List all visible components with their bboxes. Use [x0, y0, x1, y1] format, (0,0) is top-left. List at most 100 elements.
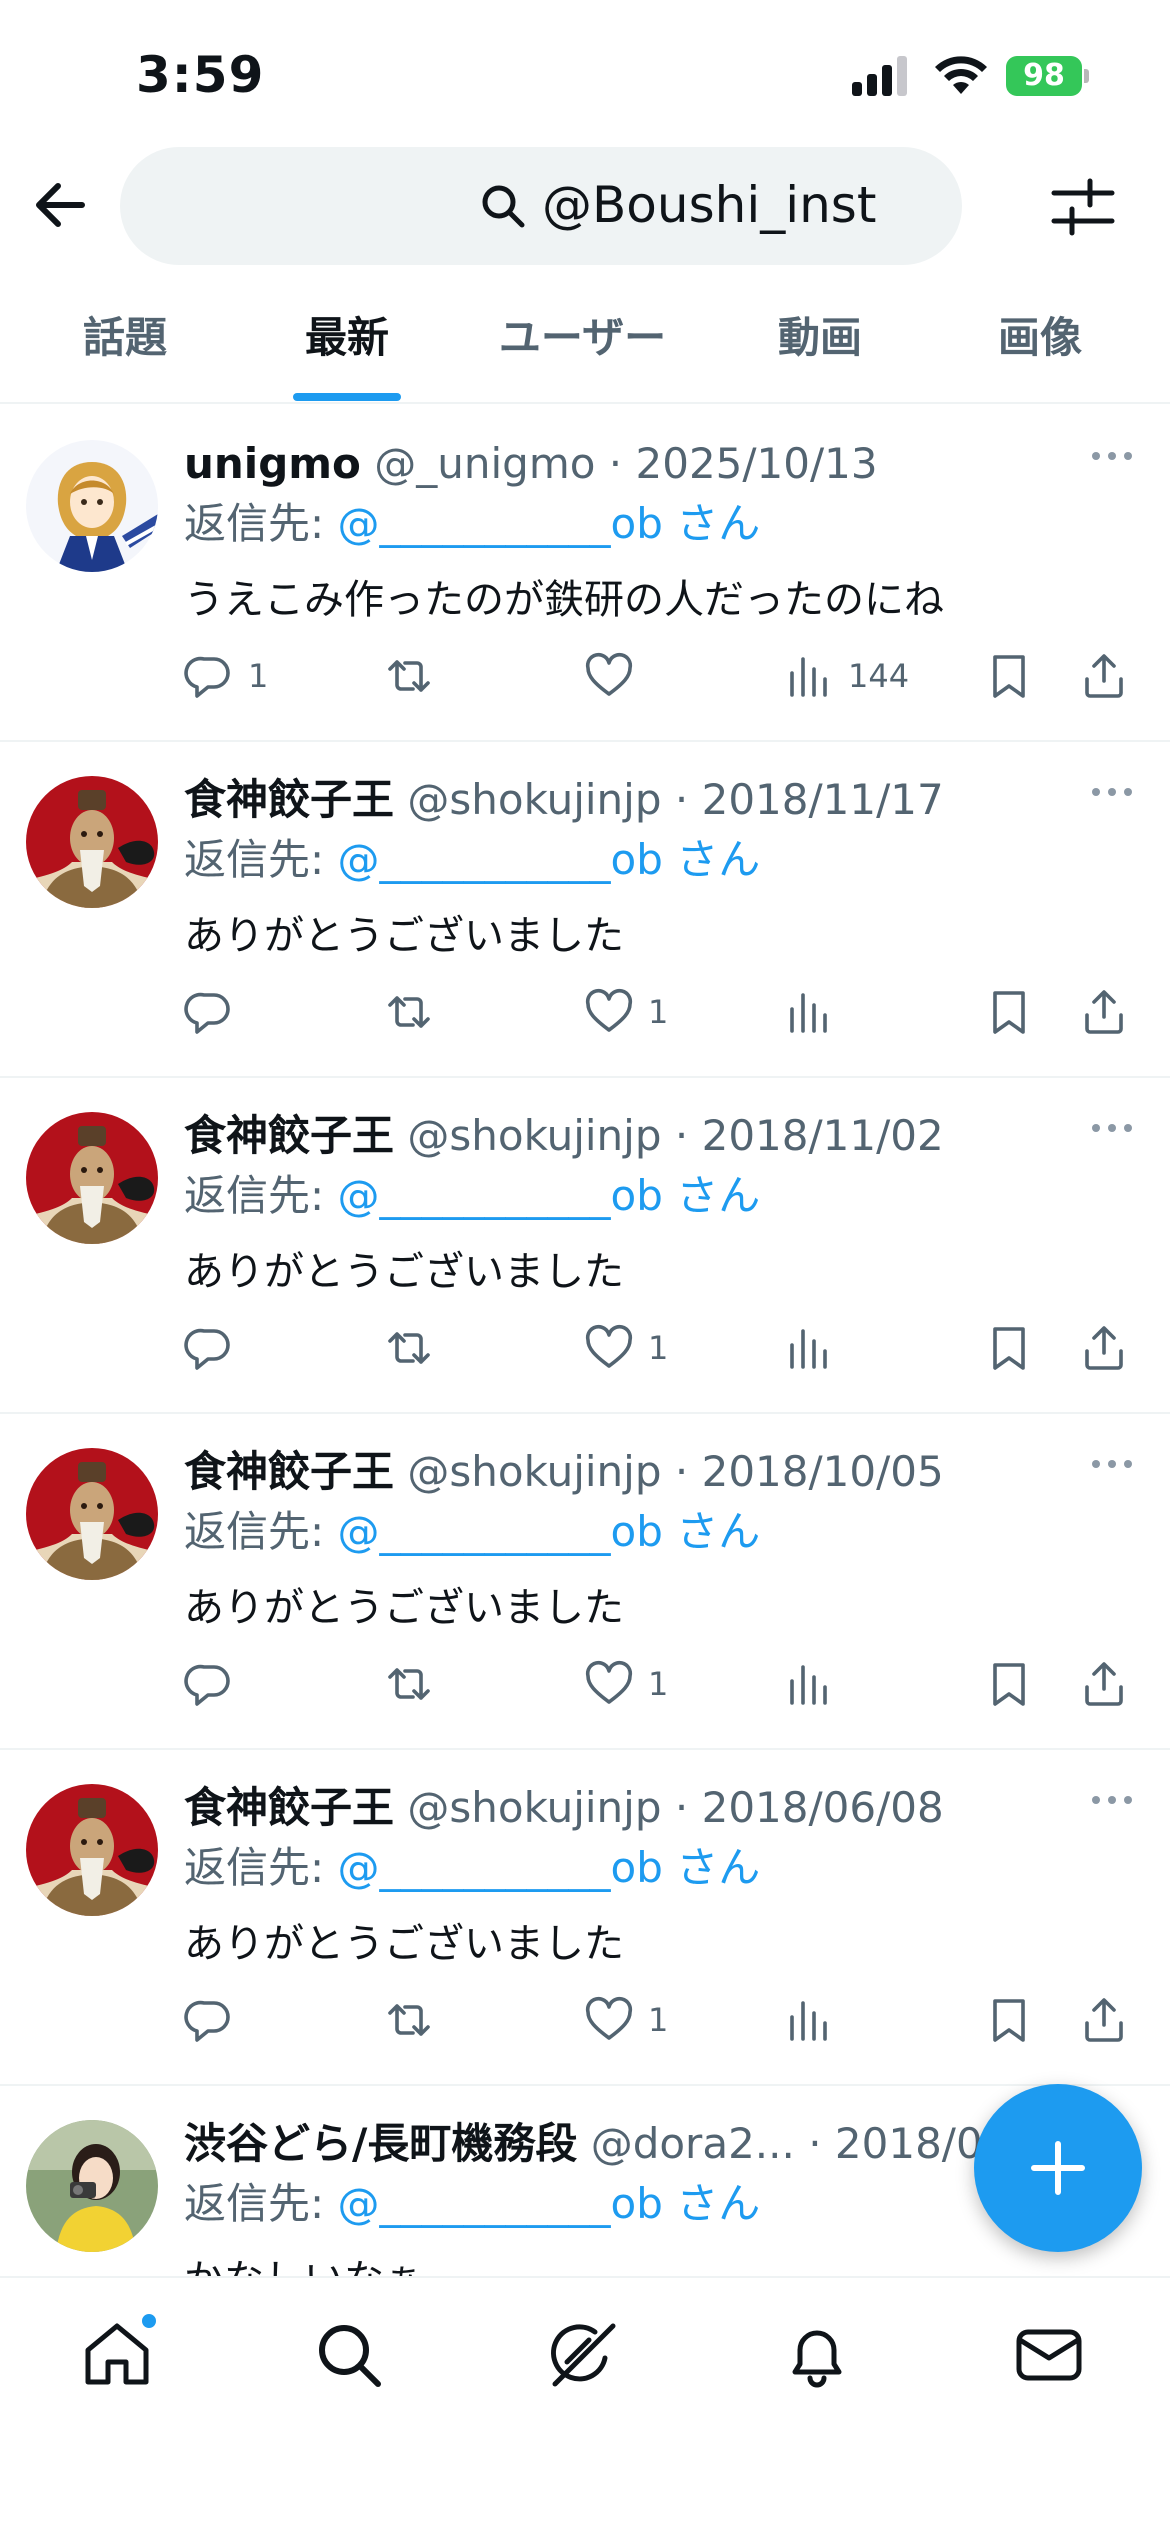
tweet-date[interactable]: 2018/06/08 [702, 1783, 944, 1832]
home-notification-dot [140, 2312, 158, 2330]
avatar[interactable] [26, 1784, 158, 1916]
tweet-author-handle[interactable]: @shokujinjp [407, 1783, 661, 1832]
nav-notifications[interactable] [780, 2318, 860, 2398]
search-input[interactable]: @Boushi_inst [120, 147, 962, 265]
share-button[interactable] [1079, 1318, 1129, 1378]
avatar[interactable] [26, 440, 158, 572]
tab-photos[interactable]: 画像 [955, 290, 1125, 404]
avatar-image [26, 1112, 158, 1244]
share-button[interactable] [1079, 1654, 1129, 1714]
compose-button[interactable] [974, 2084, 1142, 2252]
tweet-dot-separator: · [808, 2119, 822, 2168]
views-button[interactable]: 144 [784, 646, 909, 706]
retweet-button[interactable] [384, 1318, 448, 1378]
tweet-header: 食神餃子王 @shokujinjp · 2018/10/05 [184, 1442, 1064, 1502]
views-button[interactable] [784, 1654, 848, 1714]
retweet-button[interactable] [384, 646, 448, 706]
tweet-author-handle[interactable]: @shokujinjp [407, 775, 661, 824]
tweet[interactable]: 食神餃子王 @shokujinjp · 2018/06/08 返信先: @___… [0, 1750, 1170, 2086]
tweet[interactable]: 食神餃子王 @shokujinjp · 2018/10/05 返信先: @___… [0, 1414, 1170, 1750]
tweet-date[interactable]: 2025/10/13 [636, 439, 878, 488]
bookmark-button[interactable] [984, 1318, 1034, 1378]
avatar[interactable] [26, 2120, 158, 2252]
tweet-header: unigmo @_unigmo · 2025/10/13 [184, 434, 1064, 494]
reply-to-handle[interactable]: @___________ob [338, 1507, 663, 1556]
tab-people[interactable]: ユーザー [470, 290, 695, 404]
tweet-author-name[interactable]: unigmo [184, 439, 361, 488]
like-count: 1 [648, 1665, 669, 1703]
tweet-author-name[interactable]: 食神餃子王 [184, 775, 394, 824]
avatar[interactable] [26, 1448, 158, 1580]
more-icon[interactable] [1090, 1454, 1134, 1474]
views-button[interactable] [784, 982, 848, 1042]
more-icon[interactable] [1090, 1118, 1134, 1138]
share-icon [1085, 1998, 1123, 2042]
like-button[interactable]: 1 [584, 982, 668, 1042]
more-icon[interactable] [1090, 446, 1134, 466]
reply-button[interactable] [184, 1990, 248, 2050]
nav-messages[interactable] [1012, 2318, 1092, 2398]
tweet-author-name[interactable]: 食神餃子王 [184, 1447, 394, 1496]
nav-grok[interactable] [545, 2318, 625, 2398]
tab-videos[interactable]: 動画 [735, 290, 905, 404]
reply-button[interactable] [184, 1318, 248, 1378]
like-button[interactable]: 1 [584, 1318, 668, 1378]
tweet-author-name[interactable]: 食神餃子王 [184, 1783, 394, 1832]
views-button[interactable] [784, 1990, 848, 2050]
more-icon[interactable] [1090, 782, 1134, 802]
more-icon[interactable] [1090, 1790, 1134, 1810]
tweet-date[interactable]: 2018/10/05 [702, 1447, 944, 1496]
tweet-author-handle[interactable]: @_unigmo [374, 439, 595, 488]
tweet-author-handle[interactable]: @shokujinjp [407, 1111, 661, 1160]
like-button[interactable] [584, 646, 648, 706]
bookmark-button[interactable] [984, 646, 1034, 706]
tab-latest[interactable]: 最新 [262, 290, 432, 404]
retweet-button[interactable] [384, 1990, 448, 2050]
avatar[interactable] [26, 776, 158, 908]
retweet-button[interactable] [384, 982, 448, 1042]
bookmark-button[interactable] [984, 982, 1034, 1042]
bookmark-button[interactable] [984, 1990, 1034, 2050]
tweet-date[interactable]: 2018/11/17 [702, 775, 944, 824]
reply-icon [184, 992, 230, 1034]
nav-home[interactable] [80, 2312, 160, 2398]
tweet-author-name[interactable]: 食神餃子王 [184, 1111, 394, 1160]
bottom-navigation [0, 2276, 1170, 2532]
tweet[interactable]: 食神餃子王 @shokujinjp · 2018/11/17 返信先: @___… [0, 742, 1170, 1078]
reply-to-handle[interactable]: @___________ob [338, 835, 663, 884]
share-button[interactable] [1079, 646, 1129, 706]
heart-icon [585, 988, 633, 1032]
reply-to-suffix: さん [662, 2179, 761, 2228]
like-button[interactable]: 1 [584, 1654, 668, 1714]
reply-to-handle[interactable]: @___________ob [338, 499, 663, 548]
retweet-button[interactable] [384, 1654, 448, 1714]
tweet-author-handle[interactable]: @shokujinjp [407, 1447, 661, 1496]
tweet-date[interactable]: 2018/11/02 [702, 1111, 944, 1160]
reply-button[interactable] [184, 982, 248, 1042]
reply-button[interactable]: 1 [184, 646, 268, 706]
tab-top[interactable]: 話題 [40, 290, 210, 404]
like-count: 1 [648, 1329, 669, 1367]
bookmark-button[interactable] [984, 1654, 1034, 1714]
avatar[interactable] [26, 1112, 158, 1244]
tweet-author-handle[interactable]: @dora2... [591, 2119, 795, 2168]
tweet-text: ありがとうございました [184, 1921, 624, 1967]
battery-indicator: 98 [1006, 56, 1090, 96]
tweet-dot-separator: · [608, 439, 623, 488]
tweet[interactable]: 食神餃子王 @shokujinjp · 2018/11/02 返信先: @___… [0, 1078, 1170, 1414]
reply-button[interactable] [184, 1654, 248, 1714]
reply-to-handle[interactable]: @___________ob [338, 1843, 663, 1892]
tweet-author-name[interactable]: 渋谷どら/長町機務段 [184, 2119, 577, 2168]
reply-to-line: 返信先: @___________ob さん [184, 830, 760, 890]
share-button[interactable] [1079, 982, 1129, 1042]
arrow-left-icon[interactable] [30, 175, 90, 235]
sliders-icon[interactable] [1050, 175, 1116, 241]
tweet[interactable]: unigmo @_unigmo · 2025/10/13 返信先: @_____… [0, 406, 1170, 742]
reply-to-handle[interactable]: @___________ob [338, 1171, 663, 1220]
reply-to-handle[interactable]: @___________ob [338, 2179, 663, 2228]
nav-explore[interactable] [312, 2318, 392, 2398]
views-button[interactable] [784, 1318, 848, 1378]
share-button[interactable] [1079, 1990, 1129, 2050]
avatar-image [26, 1448, 158, 1580]
like-button[interactable]: 1 [584, 1990, 668, 2050]
